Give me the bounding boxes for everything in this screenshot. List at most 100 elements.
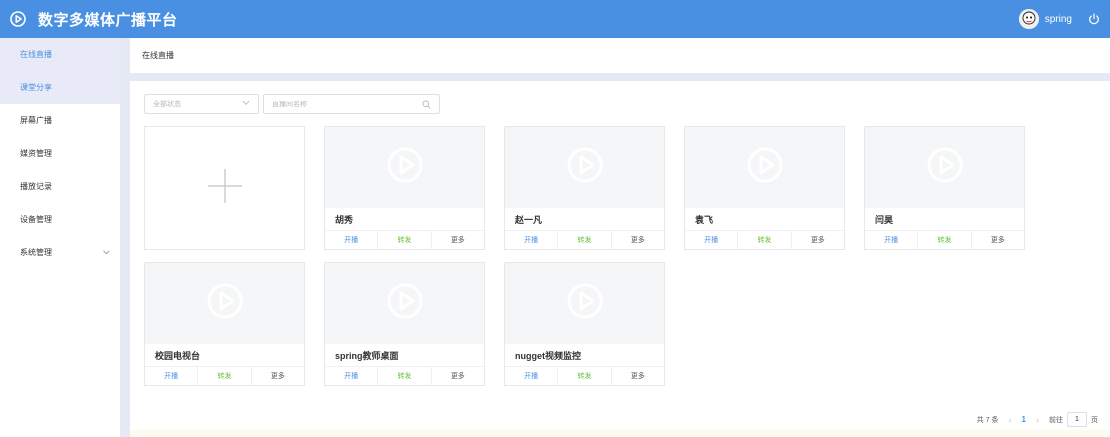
next-page-icon[interactable]: ›	[1036, 415, 1039, 425]
room-actions: 开播 转发 更多	[325, 230, 484, 249]
more-button[interactable]: 更多	[970, 231, 1024, 249]
room-name: 校园电视台	[155, 350, 201, 361]
sidebar: 在线直播 课堂分享 屏幕广播 媒资管理 播放记录 设备管理 系统管理	[0, 38, 121, 437]
play-placeholder-icon	[385, 145, 425, 190]
more-button[interactable]: 更多	[790, 231, 844, 249]
room-card: 胡秀 开播 转发 更多	[324, 126, 485, 250]
forward-button[interactable]: 转发	[917, 231, 970, 249]
more-button[interactable]: 更多	[250, 367, 304, 385]
start-broadcast-button[interactable]: 开播	[505, 367, 557, 385]
start-broadcast-button[interactable]: 开播	[325, 231, 377, 249]
forward-button[interactable]: 转发	[557, 367, 610, 385]
play-placeholder-icon	[745, 145, 785, 190]
start-broadcast-button[interactable]: 开播	[325, 367, 377, 385]
sidebar-item-label: 播放记录	[20, 182, 52, 191]
sidebar-item-live[interactable]: 在线直播	[0, 38, 120, 71]
app-title: 数字多媒体广播平台	[38, 11, 178, 29]
forward-button[interactable]: 转发	[377, 367, 430, 385]
power-icon[interactable]	[1086, 11, 1102, 27]
room-actions: 开播 转发 更多	[505, 230, 664, 249]
sidebar-item-label: 系统管理	[20, 248, 52, 257]
play-placeholder-icon	[205, 281, 245, 326]
start-broadcast-button[interactable]: 开播	[865, 231, 917, 249]
page-number-current[interactable]: 1	[1022, 415, 1026, 424]
goto-page-input[interactable]: 1	[1067, 412, 1087, 427]
chevron-down-icon	[242, 100, 250, 108]
goto-label: 前往	[1049, 416, 1063, 424]
room-card: 赵一凡 开播 转发 更多	[504, 126, 665, 250]
room-actions: 开播 转发 更多	[505, 366, 664, 385]
room-thumbnail[interactable]	[505, 263, 664, 344]
sidebar-item-class-share[interactable]: 课堂分享	[0, 71, 120, 104]
room-actions: 开播 转发 更多	[865, 230, 1024, 249]
filter-bar: 全部状态	[144, 94, 440, 114]
forward-button[interactable]: 转发	[197, 367, 250, 385]
room-name: 闫昊	[875, 214, 894, 225]
room-actions: 开播 转发 更多	[325, 366, 484, 385]
sidebar-item-label: 屏幕广播	[20, 116, 52, 125]
play-placeholder-icon	[925, 145, 965, 190]
room-card: spring教师桌面 开播 转发 更多	[324, 262, 485, 386]
plus-icon	[207, 168, 242, 208]
search-icon[interactable]	[422, 100, 431, 111]
play-placeholder-icon	[565, 281, 605, 326]
room-card: 闫昊 开播 转发 更多	[864, 126, 1025, 250]
status-select[interactable]: 全部状态	[144, 94, 259, 114]
room-name: spring教师桌面	[335, 350, 399, 361]
avatar[interactable]	[1018, 9, 1039, 29]
divider	[121, 73, 1110, 81]
room-card: 袁飞 开播 转发 更多	[684, 126, 845, 250]
room-thumbnail[interactable]	[145, 263, 304, 344]
room-thumbnail[interactable]	[325, 127, 484, 208]
room-name: 胡秀	[335, 214, 354, 225]
room-name: nugget视频监控	[515, 350, 581, 361]
total-count: 共 7 条	[976, 416, 999, 424]
footer-strip	[130, 430, 1110, 437]
layout-gutter	[121, 38, 130, 437]
room-thumbnail[interactable]	[505, 127, 664, 208]
room-name-search[interactable]	[263, 94, 440, 114]
forward-button[interactable]: 转发	[737, 231, 790, 249]
main-content: 全部状态 胡秀 开播 转发 更多 赵一凡 开播 转	[130, 81, 1110, 437]
play-placeholder-icon	[385, 281, 425, 326]
room-thumbnail[interactable]	[325, 263, 484, 344]
room-name: 赵一凡	[515, 214, 543, 225]
breadcrumb-current: 在线直播	[142, 51, 174, 60]
username[interactable]: spring	[1045, 14, 1072, 25]
sidebar-item-media[interactable]: 媒资管理	[0, 137, 120, 170]
sidebar-item-screen-broadcast[interactable]: 屏幕广播	[0, 104, 120, 137]
more-button[interactable]: 更多	[610, 231, 664, 249]
page-suffix: 页	[1091, 416, 1098, 424]
room-actions: 开播 转发 更多	[145, 366, 304, 385]
status-select-value: 全部状态	[153, 101, 181, 108]
more-button[interactable]: 更多	[430, 231, 484, 249]
user-area: spring	[1018, 0, 1102, 38]
room-name: 袁飞	[695, 214, 714, 225]
room-thumbnail[interactable]	[685, 127, 844, 208]
play-logo-icon	[10, 11, 26, 27]
room-thumbnail[interactable]	[865, 127, 1024, 208]
more-button[interactable]: 更多	[610, 367, 664, 385]
sidebar-item-label: 设备管理	[20, 215, 52, 224]
sidebar-item-devices[interactable]: 设备管理	[0, 203, 120, 236]
chevron-down-icon	[103, 248, 110, 257]
top-bar: 数字多媒体广播平台 spring	[0, 0, 1110, 38]
prev-page-icon[interactable]: ‹	[1009, 415, 1012, 425]
sidebar-item-label: 媒资管理	[20, 149, 52, 158]
breadcrumb: 在线直播	[130, 38, 1110, 73]
sidebar-item-play-records[interactable]: 播放记录	[0, 170, 120, 203]
sidebar-item-label: 在线直播	[20, 50, 52, 59]
sidebar-item-label: 课堂分享	[20, 83, 52, 92]
search-input[interactable]	[272, 100, 412, 108]
more-button[interactable]: 更多	[430, 367, 484, 385]
start-broadcast-button[interactable]: 开播	[505, 231, 557, 249]
room-card: 校园电视台 开播 转发 更多	[144, 262, 305, 386]
forward-button[interactable]: 转发	[557, 231, 610, 249]
start-broadcast-button[interactable]: 开播	[145, 367, 197, 385]
add-room-card[interactable]	[144, 126, 305, 250]
sidebar-item-system[interactable]: 系统管理	[0, 236, 120, 269]
pagination: 共 7 条 ‹ 1 › 前往 1 页	[977, 412, 1098, 427]
start-broadcast-button[interactable]: 开播	[685, 231, 737, 249]
play-placeholder-icon	[565, 145, 605, 190]
forward-button[interactable]: 转发	[377, 231, 430, 249]
